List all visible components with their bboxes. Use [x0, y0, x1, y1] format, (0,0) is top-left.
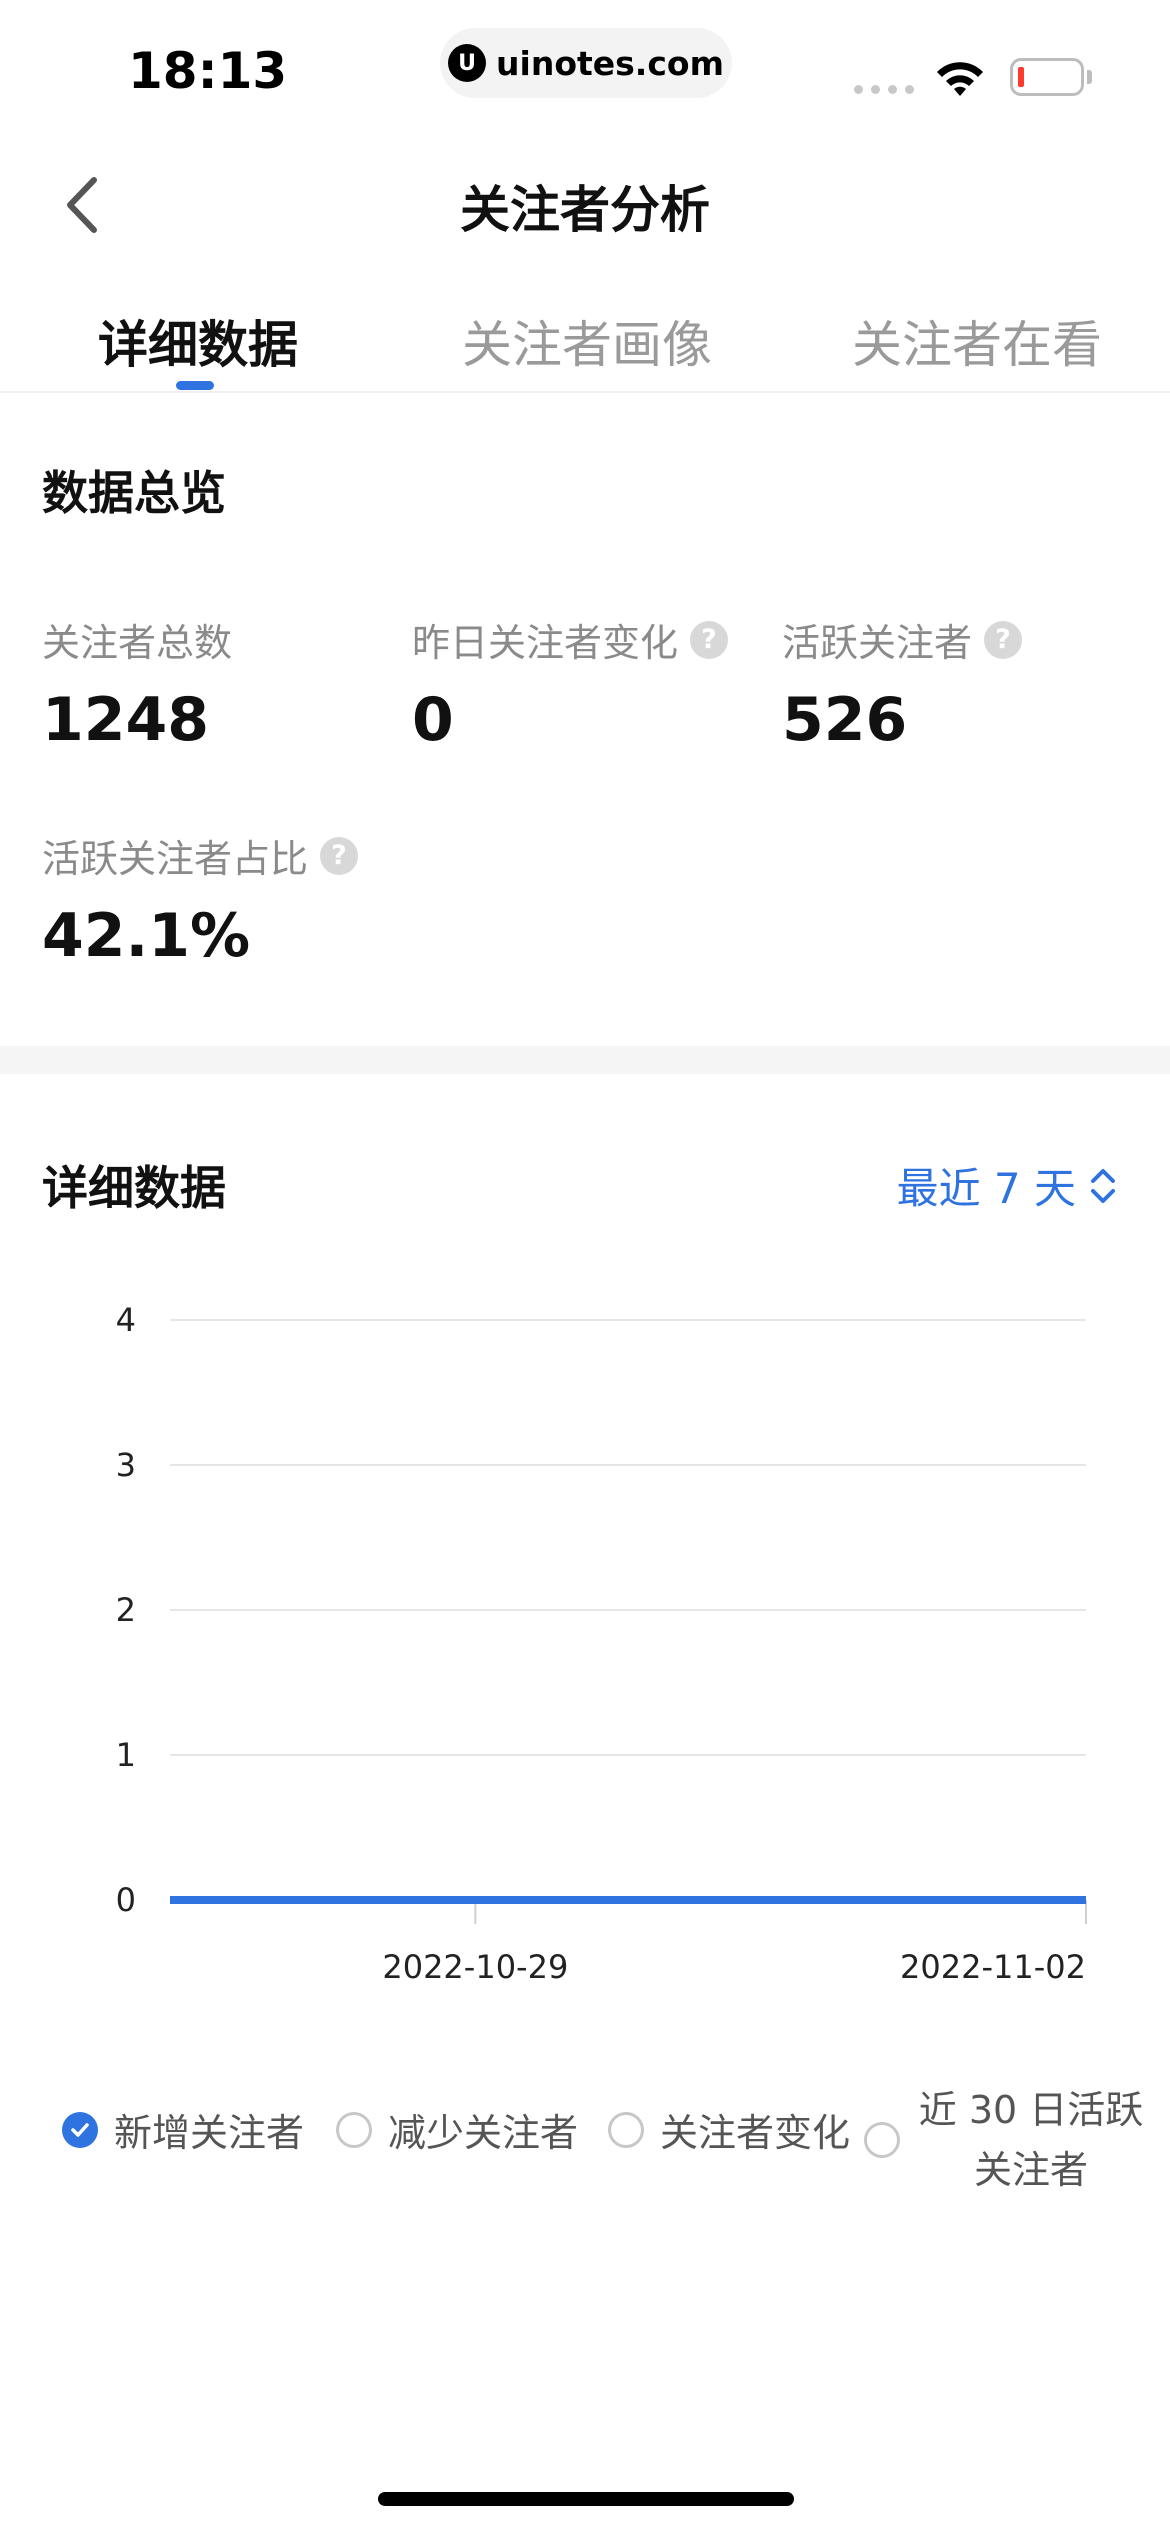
status-bar: 18:13 U uinotes.com: [0, 0, 1170, 130]
cellular-signal-icon: [854, 85, 914, 94]
legend-item-lost-followers[interactable]: 减少关注者: [336, 2102, 578, 2157]
legend-label: 关注者变化: [660, 2111, 851, 2155]
legend-label: 近 30 日活跃关注者: [918, 2088, 1144, 2192]
date-range-label: 最近 7 天: [896, 1164, 1076, 1213]
stat-yesterday-change: 昨日关注者变化 ? 0: [412, 612, 729, 755]
section-divider: [0, 1046, 1170, 1074]
y-tick-label: 4: [116, 1301, 136, 1339]
stat-active-ratio: 活跃关注者占比 ? 42.1%: [42, 828, 359, 971]
stat-label: 关注者总数: [42, 621, 233, 665]
stat-label: 昨日关注者变化: [412, 621, 679, 665]
chevron-up-down-icon: [1091, 1168, 1115, 1203]
stat-active-followers: 活跃关注者 ? 526: [782, 612, 1023, 755]
legend-item-active-30d[interactable]: 近 30 日活跃关注者: [864, 2080, 1146, 2200]
radio-unchecked-icon: [864, 2122, 900, 2158]
legend-item-new-followers[interactable]: 新增关注者: [62, 2102, 304, 2157]
y-tick-label: 3: [116, 1446, 136, 1484]
active-tab-indicator: [176, 381, 214, 390]
help-icon[interactable]: ?: [690, 620, 729, 659]
tab-follower-reading[interactable]: 关注者在看: [852, 305, 1102, 377]
battery-level: [1018, 67, 1024, 87]
tab-follower-profile[interactable]: 关注者画像: [462, 305, 712, 377]
x-tick-label: 2022-10-29: [382, 1948, 568, 1986]
help-icon[interactable]: ?: [320, 836, 359, 875]
stat-value: 526: [782, 685, 908, 755]
home-indicator: [378, 2492, 794, 2506]
overview-heading: 数据总览: [42, 466, 226, 520]
stat-label: 活跃关注者占比: [42, 837, 309, 881]
date-range-select[interactable]: 最近 7 天: [897, 1155, 1118, 1216]
checkbox-checked-icon: [62, 2111, 98, 2148]
legend-label: 减少关注者: [388, 2111, 579, 2155]
tab-bar: 详细数据 关注者画像 关注者在看: [0, 295, 1170, 393]
wifi-icon: [937, 62, 983, 96]
page-title: 关注者分析: [460, 181, 710, 239]
help-icon[interactable]: ?: [984, 620, 1023, 659]
tab-detail-data[interactable]: 详细数据: [98, 305, 298, 377]
url-text: uinotes.com: [496, 43, 724, 83]
radio-unchecked-icon: [608, 2111, 644, 2148]
url-pill[interactable]: U uinotes.com: [440, 28, 732, 98]
y-tick-label: 2: [116, 1591, 136, 1629]
status-time: 18:13: [128, 42, 288, 100]
chart-legend: 新增关注者 减少关注者 关注者变化 近 30 日活跃关注者: [62, 2080, 1143, 2192]
line-chart: 0 1 2 3 4 2022-10-29 2022-11-02: [116, 1301, 1087, 1986]
legend-item-follower-change[interactable]: 关注者变化: [608, 2102, 850, 2157]
stat-value: 42.1%: [42, 901, 251, 971]
site-logo-icon: U: [448, 44, 487, 82]
x-tick-label: 2022-11-02: [900, 1948, 1086, 1986]
radio-unchecked-icon: [336, 2111, 372, 2148]
stat-total-followers: 关注者总数 1248: [42, 612, 232, 755]
y-tick-label: 1: [116, 1736, 136, 1774]
stat-value: 1248: [42, 685, 209, 755]
battery-tip: [1087, 70, 1092, 84]
battery-icon: [1010, 58, 1084, 96]
legend-label: 新增关注者: [114, 2111, 305, 2155]
stat-value: 0: [412, 685, 454, 755]
detail-heading: 详细数据: [42, 1161, 226, 1215]
y-tick-label: 0: [116, 1881, 136, 1919]
stat-label: 活跃关注者: [782, 621, 973, 665]
